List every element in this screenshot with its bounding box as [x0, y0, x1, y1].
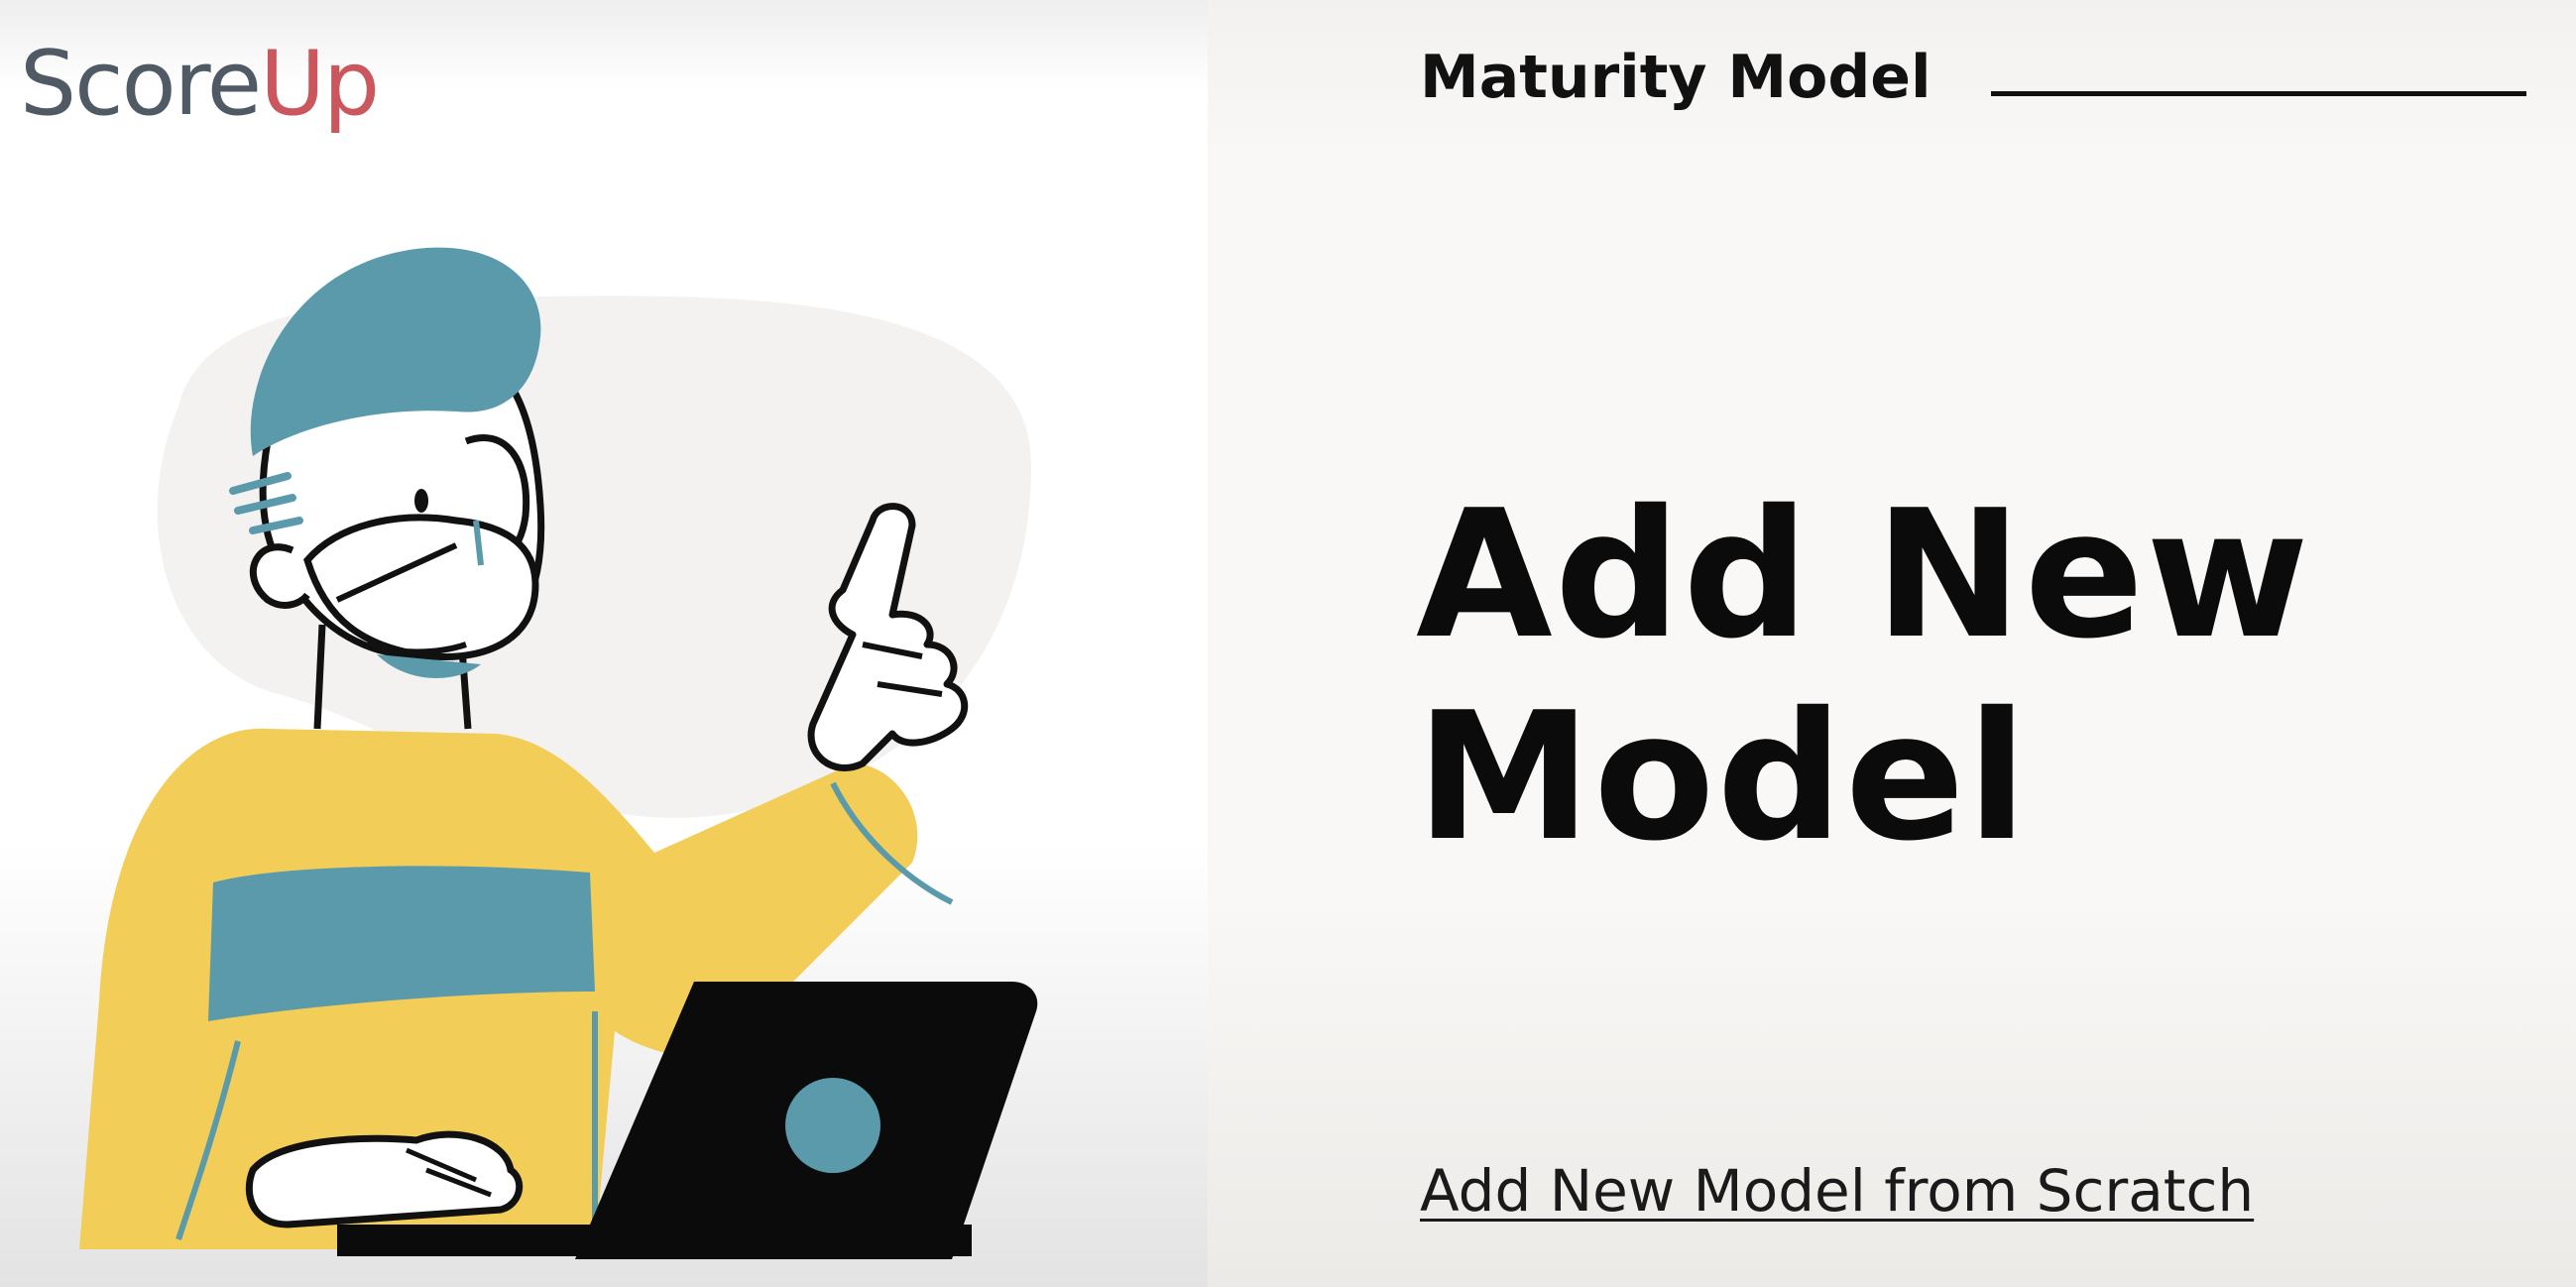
add-new-model-from-scratch-link[interactable]: Add New Model from Scratch: [1420, 1162, 2254, 1220]
logo-score-text: Score: [20, 32, 262, 136]
heading-line-1: Add New: [1416, 472, 2311, 677]
main-heading: Add New Model: [1416, 474, 2311, 878]
laptop-logo-circle: [785, 1078, 880, 1173]
scoreup-logo: ScoreUp: [20, 40, 380, 129]
section-title: Maturity Model: [1420, 43, 1932, 112]
title-divider: [1991, 91, 2526, 96]
logo-up-text: Up: [260, 32, 380, 136]
typing-hand: [245, 1130, 524, 1228]
heading-line-2: Model: [1416, 674, 2030, 879]
person-at-laptop-pointing-illustration: [79, 247, 1038, 1259]
